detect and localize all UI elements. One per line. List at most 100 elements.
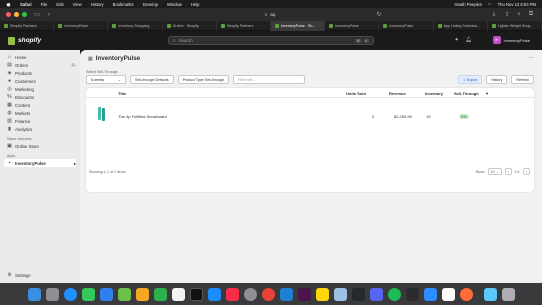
wifi-icon[interactable]: ◠ <box>488 2 492 7</box>
export-button[interactable]: ⇩ Export <box>457 75 483 84</box>
sell-through-defaults-button[interactable]: Sell-through Defaults <box>130 75 174 84</box>
datetime[interactable]: Thu Nov 13 6:53 PM <box>498 2 536 7</box>
header-title[interactable]: Title <box>118 91 126 96</box>
product-type-button[interactable]: Product Type Sell-through <box>177 75 230 84</box>
address-bar[interactable]: ⌕ aq <box>150 10 390 19</box>
more-actions-icon[interactable]: ··· <box>528 55 534 61</box>
photos-icon[interactable] <box>135 287 149 301</box>
header-units-sold[interactable]: Units Sold <box>346 91 366 96</box>
apple-icon[interactable] <box>6 2 11 7</box>
user-name[interactable]: Heath Peeples <box>454 2 481 7</box>
title-filter-input[interactable]: Filter title... <box>233 75 306 84</box>
preview-icon[interactable] <box>333 287 347 301</box>
shopify-logo[interactable]: shopify <box>8 36 41 45</box>
sidebar-item-content[interactable]: ▦ Content <box>4 101 76 109</box>
notion-icon[interactable] <box>441 287 455 301</box>
discord-icon[interactable] <box>369 287 383 301</box>
browser-tab[interactable]: App Listing Submissi... <box>434 21 488 31</box>
sidekick-icon[interactable]: ✦ <box>454 37 458 43</box>
github-icon[interactable] <box>351 287 365 301</box>
maps-icon[interactable] <box>117 287 131 301</box>
menu-help[interactable]: Help <box>191 2 200 7</box>
browser-tab[interactable]: Lighter Weight Shop... <box>488 21 542 31</box>
apps-heading[interactable]: Apps <box>7 154 76 158</box>
trash-icon[interactable] <box>501 287 515 301</box>
minimize-window-button[interactable] <box>14 12 19 17</box>
menu-bookmarks[interactable]: Bookmarks <box>113 2 134 7</box>
app-store-icon[interactable] <box>207 287 221 301</box>
tab-overview-icon[interactable]: ⧉ <box>527 11 535 19</box>
close-window-button[interactable] <box>6 12 11 17</box>
history-button[interactable]: History <box>486 75 508 84</box>
menu-history[interactable]: History <box>91 2 104 7</box>
menu-view[interactable]: View <box>73 2 82 7</box>
menu-develop[interactable]: Develop <box>143 2 158 7</box>
slack-icon[interactable] <box>297 287 311 301</box>
cell-title[interactable]: The 3p Fulfilled Snowboard <box>118 114 167 119</box>
browser-tab[interactable]: InventoryPulse <box>54 21 109 31</box>
sidebar-item-settings[interactable]: ⚙ Settings <box>4 271 76 279</box>
sidebar-item-inventorypulse[interactable]: ▪ InventoryPulse ▸ <box>4 159 76 167</box>
settings-icon[interactable] <box>243 287 257 301</box>
safari-icon[interactable] <box>63 287 77 301</box>
header-sell-through[interactable]: Sell-Through <box>454 91 479 96</box>
table-row[interactable]: The 3p Fulfilled Snowboard 2 $2,259.90 1… <box>86 100 534 132</box>
launchpad-icon[interactable] <box>45 287 59 301</box>
browser-tab[interactable]: Inventory Shopping <box>108 21 163 31</box>
figma-icon[interactable] <box>405 287 419 301</box>
notes-icon[interactable] <box>315 287 329 301</box>
menu-file[interactable]: File <box>41 2 48 7</box>
sidebar-item-home[interactable]: ⌂ Home <box>4 53 76 61</box>
sidebar-item-orders[interactable]: ▤ Orders 1 <box>4 61 76 69</box>
browser-tab[interactable]: InventoryPulse <box>325 21 380 31</box>
sidebar-item-discounts[interactable]: % Discounts <box>4 93 76 101</box>
mail-icon[interactable] <box>99 287 113 301</box>
next-page-button[interactable]: › <box>522 168 530 175</box>
download-icon[interactable]: ⤓ <box>490 11 498 19</box>
menu-window[interactable]: Window <box>167 2 182 7</box>
terminal-icon[interactable] <box>189 287 203 301</box>
sidebar-item-products[interactable]: ◈ Products <box>4 69 76 77</box>
sidebar-toggle-icon[interactable]: ▭ <box>33 11 41 19</box>
sort-desc-icon[interactable]: ▼ <box>485 91 489 96</box>
zoom-window-button[interactable] <box>22 12 27 17</box>
downloads-icon[interactable] <box>483 287 497 301</box>
prev-page-button[interactable]: ‹ <box>504 168 512 175</box>
finder-icon[interactable] <box>27 287 41 301</box>
sidebar-item-online-store[interactable]: ▣ Online Store <box>4 142 76 150</box>
menu-edit[interactable]: Edit <box>56 2 63 7</box>
sidebar-item-analytics[interactable]: ▮ Analytics <box>4 125 76 133</box>
browser-tab[interactable]: Orders · Shopify <box>163 21 217 31</box>
refresh-button[interactable]: Refresh <box>511 75 534 84</box>
menu-safari[interactable]: Safari <box>20 2 32 7</box>
rows-per-page-select[interactable]: 10 ⌄ <box>487 168 502 175</box>
store-switcher[interactable]: IH InventoryPulse <box>492 36 530 44</box>
back-icon[interactable]: ‹ <box>45 11 53 19</box>
header-revenue[interactable]: Revenue <box>389 91 406 96</box>
sidebar-item-customers[interactable]: ● Customers <box>4 77 76 85</box>
messages-icon[interactable] <box>81 287 95 301</box>
sales-channels-heading[interactable]: Sales channels <box>7 137 76 141</box>
reload-icon[interactable]: ↻ <box>375 11 383 19</box>
bell-icon[interactable]: 🔔︎ <box>466 37 472 43</box>
header-inventory[interactable]: Inventory <box>425 91 443 96</box>
sidebar-item-markets[interactable]: ◍ Markets <box>4 109 76 117</box>
new-tab-icon[interactable]: + <box>515 11 523 19</box>
zoom-icon[interactable] <box>423 287 437 301</box>
facetime-icon[interactable] <box>153 287 167 301</box>
admin-search[interactable]: ⌕ Search ⌘ K <box>168 36 374 45</box>
pin-icon[interactable]: ▸ <box>74 161 76 166</box>
browser-tab[interactable]: Shopify Partners <box>0 21 55 31</box>
browser-tab-active[interactable]: InventoryPulse · Sh... <box>271 21 326 31</box>
sidebar-item-finance[interactable]: ▥ Finance <box>4 117 76 125</box>
share-icon[interactable]: ⇪ <box>503 11 511 19</box>
browser-tab[interactable]: InventoryPulse <box>379 21 434 31</box>
calendar-icon[interactable] <box>171 287 185 301</box>
postman-icon[interactable] <box>459 287 473 301</box>
music-icon[interactable] <box>225 287 239 301</box>
vscode-icon[interactable] <box>279 287 293 301</box>
browser-tab[interactable]: Shopify Partners <box>217 21 272 31</box>
period-select[interactable]: 6 weeks ⌄ <box>86 75 126 84</box>
spotify-icon[interactable] <box>387 287 401 301</box>
chrome-icon[interactable] <box>261 287 275 301</box>
